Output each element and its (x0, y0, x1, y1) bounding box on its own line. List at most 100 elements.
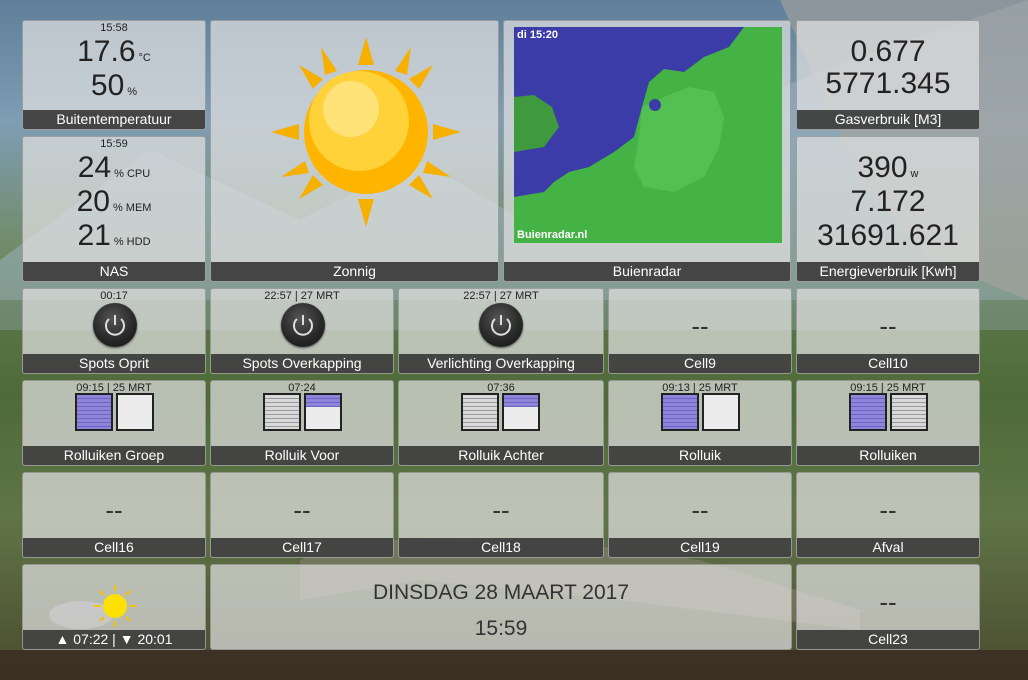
shutter-closed-button[interactable] (75, 393, 113, 431)
cell10-tile[interactable]: -- Cell10 (796, 288, 980, 374)
weather-tile[interactable]: Zonnig (210, 20, 499, 282)
spots-oprit-label: Spots Oprit (23, 354, 205, 373)
shutter-closed-button[interactable] (263, 393, 301, 431)
gas-value-2: 5771.345 (797, 67, 979, 101)
cell18-tile[interactable]: -- Cell18 (398, 472, 604, 558)
rolluiken-groep-label: Rolluiken Groep (23, 446, 205, 465)
cell23-label: Cell23 (797, 630, 979, 649)
shutter-closed-button[interactable] (661, 393, 699, 431)
radar-timestamp: di 15:20 (517, 29, 558, 41)
cell17-tile[interactable]: -- Cell17 (210, 472, 394, 558)
outdoor-humidity-unit: % (127, 86, 138, 98)
shutter-open-button[interactable] (890, 393, 928, 431)
energy-value-2-text: 7.172 (850, 185, 926, 218)
nas-time: 15:59 (100, 138, 128, 150)
nas-cpu-value: 24 (77, 151, 112, 184)
outdoor-temp-unit: °C (138, 52, 151, 64)
spots-oprit-tile[interactable]: 00:17 Spots Oprit (22, 288, 206, 374)
cell18-label: Cell18 (399, 538, 603, 557)
cell10-label: Cell10 (797, 354, 979, 373)
rolluik-achter-tile[interactable]: 07:36 Rolluik Achter (398, 380, 604, 466)
verlichting-overkapping-tile[interactable]: 22:57 | 27 MRT Verlichting Overkapping (398, 288, 604, 374)
spots-overkapping-tile[interactable]: 22:57 | 27 MRT Spots Overkapping (210, 288, 394, 374)
afval-value: -- (879, 495, 897, 525)
rolluiken-groep-time: 09:15 | 25 MRT (76, 382, 152, 394)
rolluik-label: Rolluik (609, 446, 791, 465)
verlichting-overkapping-label: Verlichting Overkapping (399, 354, 603, 373)
energy-label: Energieverbruik [Kwh] (797, 262, 979, 281)
shutter-open-button[interactable] (702, 393, 740, 431)
cell17-label: Cell17 (211, 538, 393, 557)
sun-times-tile[interactable]: ▲ 07:22 | ▼ 20:01 (22, 564, 206, 650)
shutter-closed-button[interactable] (461, 393, 499, 431)
outdoor-temp-value: 17.6 (77, 35, 136, 68)
outdoor-time: 15:58 (100, 22, 128, 34)
outdoor-humidity-value: 50 (90, 69, 125, 102)
rolluik-tile[interactable]: 09:13 | 25 MRT Rolluik (608, 380, 792, 466)
cell18-value: -- (492, 495, 510, 525)
energy-power-unit: w (910, 168, 919, 180)
verlichting-overkapping-time: 22:57 | 27 MRT (463, 290, 539, 302)
shutter-open-fill (504, 395, 538, 407)
spots-oprit-time: 00:17 (100, 290, 128, 302)
cell16-label: Cell16 (23, 538, 205, 557)
radar-map[interactable]: di 15:20 Buienradar.nl (514, 27, 782, 243)
energy-tile[interactable]: 390 w 7.172 31691.621 Energieverbruik [Kw… (796, 136, 980, 282)
afval-tile[interactable]: -- Afval (796, 472, 980, 558)
rolluik-voor-tile[interactable]: 07:24 Rolluik Voor (210, 380, 394, 466)
nas-hdd-value: 21 (77, 219, 111, 252)
energy-power-row: 390 w (797, 151, 979, 185)
shutter-open-fill (306, 395, 340, 407)
cell16-tile[interactable]: -- Cell16 (22, 472, 206, 558)
power-button[interactable] (281, 303, 325, 347)
rolluiken-tile[interactable]: 09:15 | 25 MRT Rolluiken (796, 380, 980, 466)
rolluiken-label: Rolluiken (797, 446, 979, 465)
spots-overkapping-time: 22:57 | 27 MRT (264, 290, 340, 302)
shutter-open-button[interactable] (304, 393, 342, 431)
nas-mem-unit: % MEM (112, 202, 152, 214)
rolluiken-groep-tile[interactable]: 09:15 | 25 MRT Rolluiken Groep (22, 380, 206, 466)
cell19-tile[interactable]: -- Cell19 (608, 472, 792, 558)
rolluik-time: 09:13 | 25 MRT (662, 382, 738, 394)
cell19-value: -- (691, 495, 709, 525)
outdoor-temperature-tile[interactable]: 15:58 17.6 °C 50% Buitentemperatuur (22, 20, 206, 130)
sun-cloud-icon (49, 585, 136, 629)
cell23-value: -- (879, 587, 897, 617)
rolluik-voor-time: 07:24 (288, 382, 316, 394)
clock-tile[interactable]: DINSDAG 28 MAART 2017 15:59 (210, 564, 792, 650)
cell19-label: Cell19 (609, 538, 791, 557)
power-icon (293, 315, 313, 336)
shutter-open-button[interactable] (116, 393, 154, 431)
nas-mem-row: 20% MEM (23, 185, 205, 219)
clock-time: 15:59 (474, 617, 528, 640)
cell10-value: -- (879, 311, 897, 341)
shutter-closed-button[interactable] (849, 393, 887, 431)
weather-label: Zonnig (211, 262, 498, 281)
energy-value-2: 7.172 (797, 185, 979, 219)
shutter-open-button[interactable] (502, 393, 540, 431)
gas-value-2-text: 5771.345 (825, 67, 951, 100)
cell23-tile[interactable]: -- Cell23 (796, 564, 980, 650)
nas-tile[interactable]: 15:59 24% CPU 20% MEM 21% HDD NAS (22, 136, 206, 282)
energy-value-3: 31691.621 (797, 219, 979, 253)
energy-power-value: 390 (857, 151, 908, 184)
gas-tile[interactable]: 0.677 5771.345 Gasverbruik [M3] (796, 20, 980, 130)
sun-times-label: ▲ 07:22 | ▼ 20:01 (23, 630, 205, 649)
rolluik-voor-label: Rolluik Voor (211, 446, 393, 465)
nas-hdd-row: 21% HDD (23, 219, 205, 253)
nas-mem-value: 20 (76, 185, 110, 218)
cell9-value: -- (691, 311, 709, 341)
power-button[interactable] (479, 303, 523, 347)
outdoor-humidity-row: 50% (23, 69, 205, 103)
nas-cpu-row: 24% CPU (23, 151, 205, 185)
gas-label: Gasverbruik [M3] (797, 110, 979, 129)
spots-overkapping-label: Spots Overkapping (211, 354, 393, 373)
radar-label: Buienradar (504, 262, 790, 281)
power-button[interactable] (93, 303, 137, 347)
cell16-value: -- (105, 495, 123, 525)
radar-tile[interactable]: di 15:20 Buienradar.nl Buienradar (503, 20, 791, 282)
rolluik-achter-time: 07:36 (487, 382, 515, 394)
rolluik-achter-label: Rolluik Achter (399, 446, 603, 465)
cell9-tile[interactable]: -- Cell9 (608, 288, 792, 374)
gas-value-1-text: 0.677 (850, 35, 926, 68)
